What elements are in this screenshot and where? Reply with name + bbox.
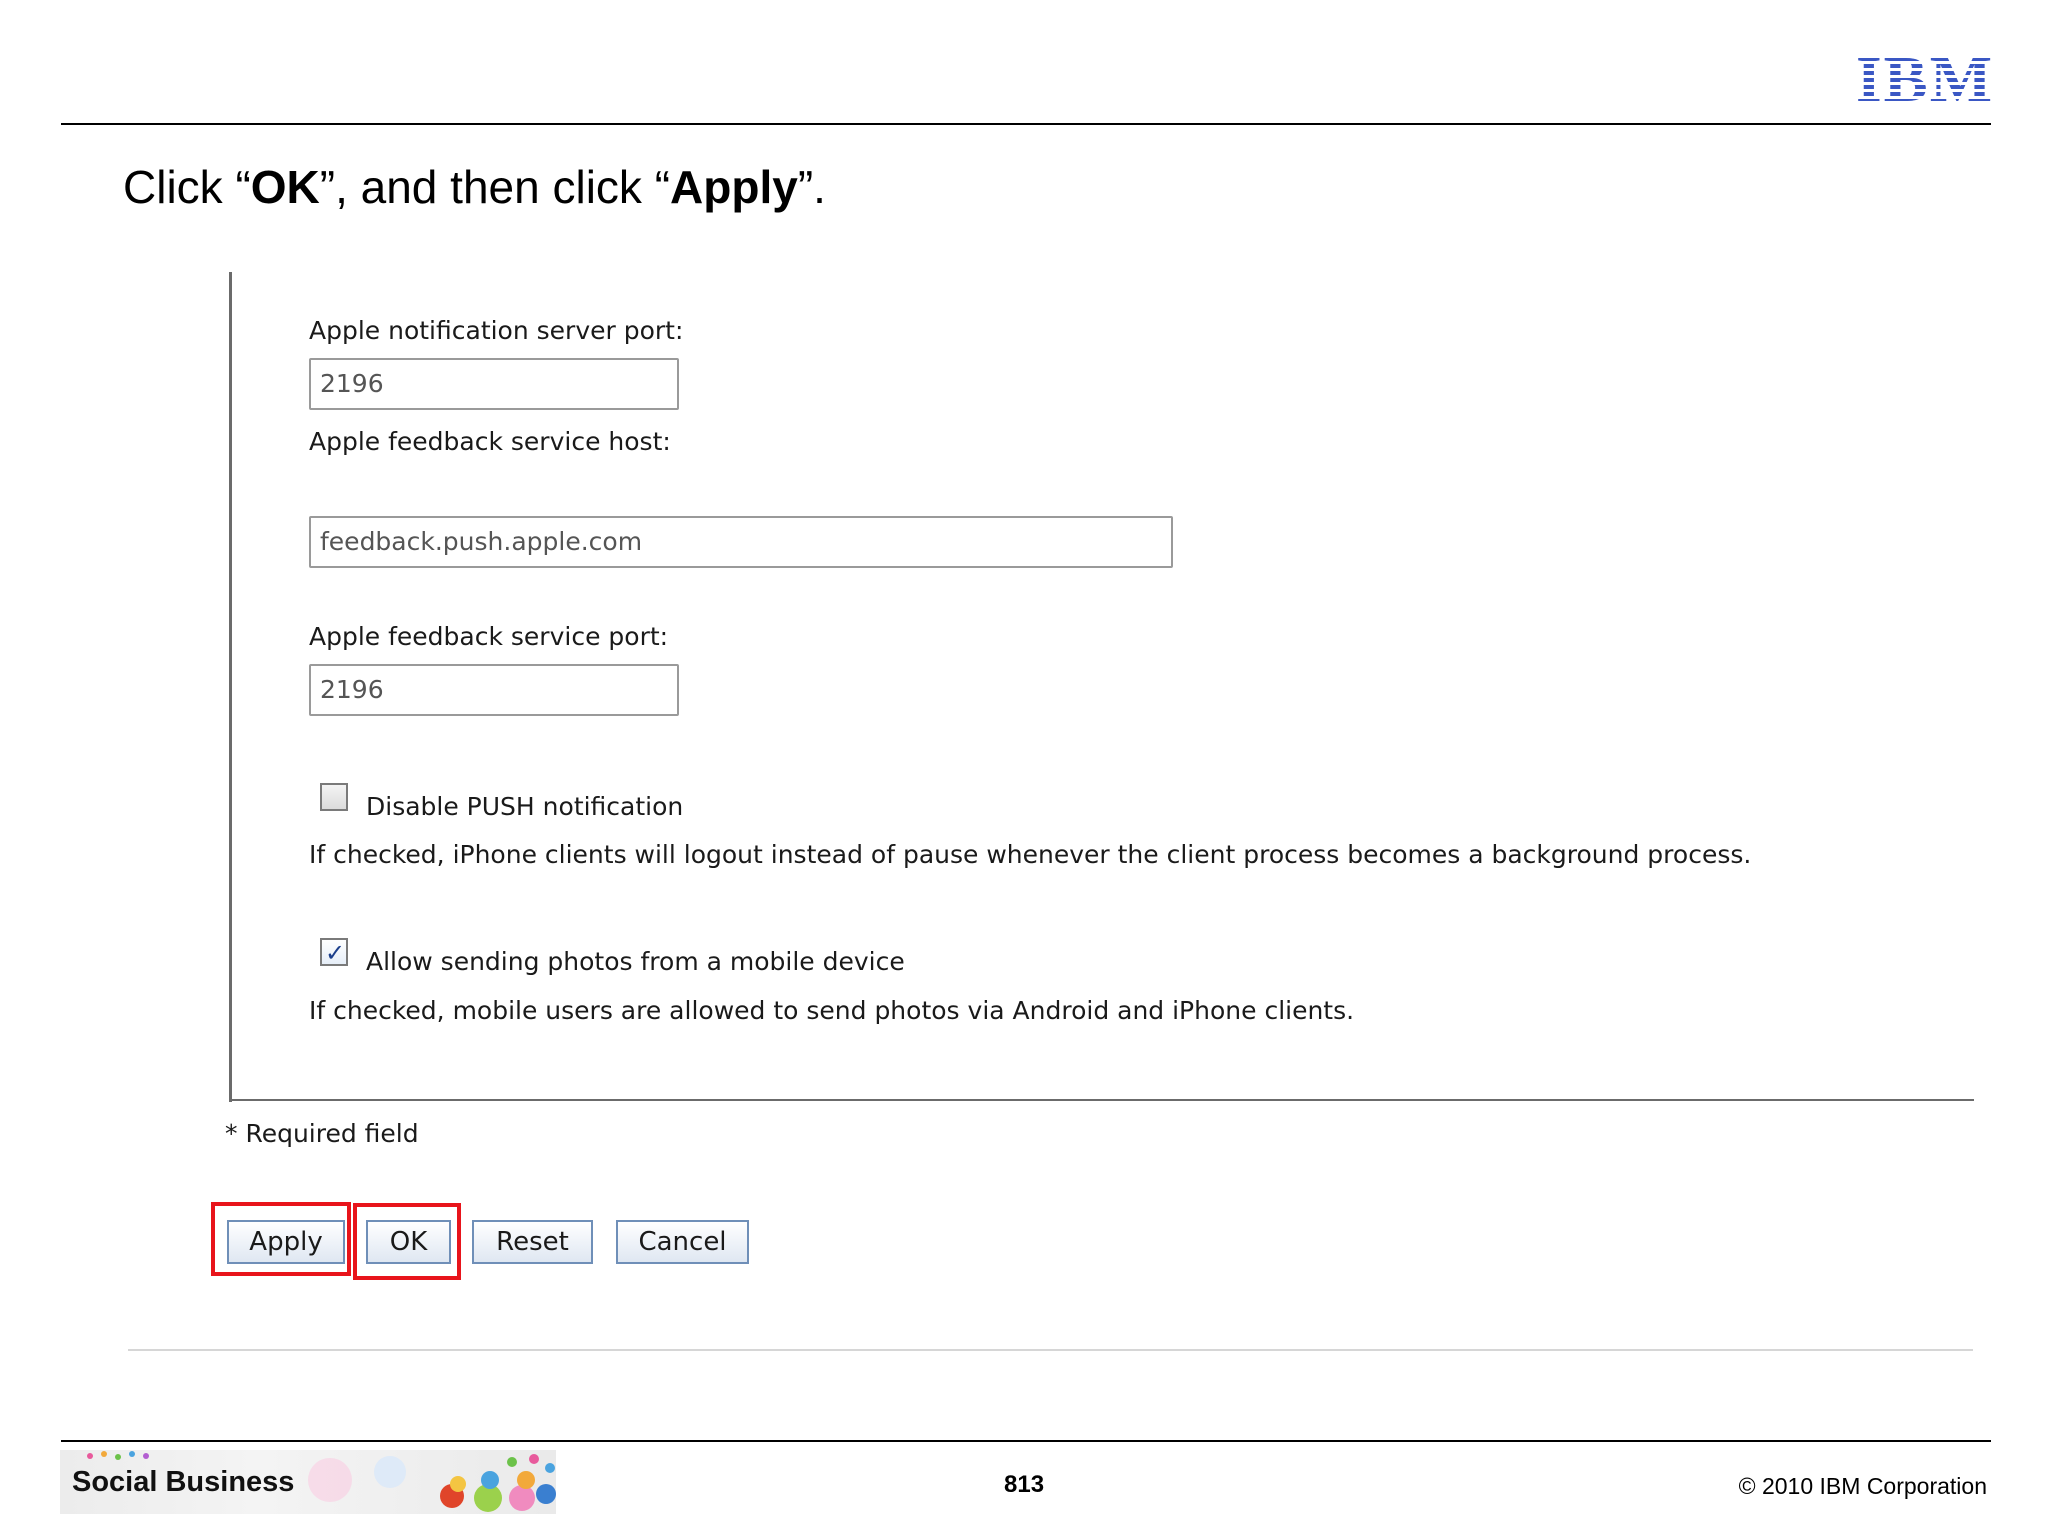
required-field-note: * Required field [225,1119,419,1148]
apply-highlight-box [211,1202,351,1276]
feedback-port-input[interactable]: 2196 [309,664,679,716]
content-separator [128,1349,1973,1351]
panel-left-border [229,272,232,1102]
disable-push-label: Disable PUSH notification [366,792,684,821]
ibm-logo-graphic: IBM [1858,50,1992,106]
ok-highlight-box [353,1203,461,1280]
feedback-host-label: Apple feedback service host: [309,427,671,456]
allow-photos-label: Allow sending photos from a mobile devic… [366,947,905,976]
social-business-banner: Social Business [60,1450,556,1514]
header-rule [61,123,1991,125]
checkmark-icon: ✓ [325,939,346,967]
apns-port-input[interactable]: 2196 [309,358,679,410]
feedback-port-label: Apple feedback service port: [309,622,669,651]
allow-photos-note: If checked, mobile users are allowed to … [309,996,1355,1025]
social-business-label: Social Business [72,1466,295,1498]
panel-bottom-border [229,1099,1974,1101]
instruction-apply-word: Apply [670,161,798,213]
reset-button[interactable]: Reset [472,1220,593,1264]
allow-photos-checkbox[interactable]: ✓ [320,938,348,967]
instruction-text: Click “OK”, and then click “Apply”. [123,161,826,213]
instruction-ok-word: OK [250,161,320,213]
apns-port-label: Apple notification server port: [309,316,684,345]
ibm-logo: IBM [1858,50,1992,111]
disable-push-note: If checked, iPhone clients will logout i… [309,840,1752,869]
copyright-text: © 2010 IBM Corporation [1738,1473,1987,1499]
disable-push-checkbox[interactable] [320,783,348,811]
page-number: 813 [1004,1471,1045,1498]
feedback-host-input[interactable]: feedback.push.apple.com [309,516,1173,568]
footer-rule [61,1440,1991,1442]
cancel-button[interactable]: Cancel [616,1220,749,1264]
